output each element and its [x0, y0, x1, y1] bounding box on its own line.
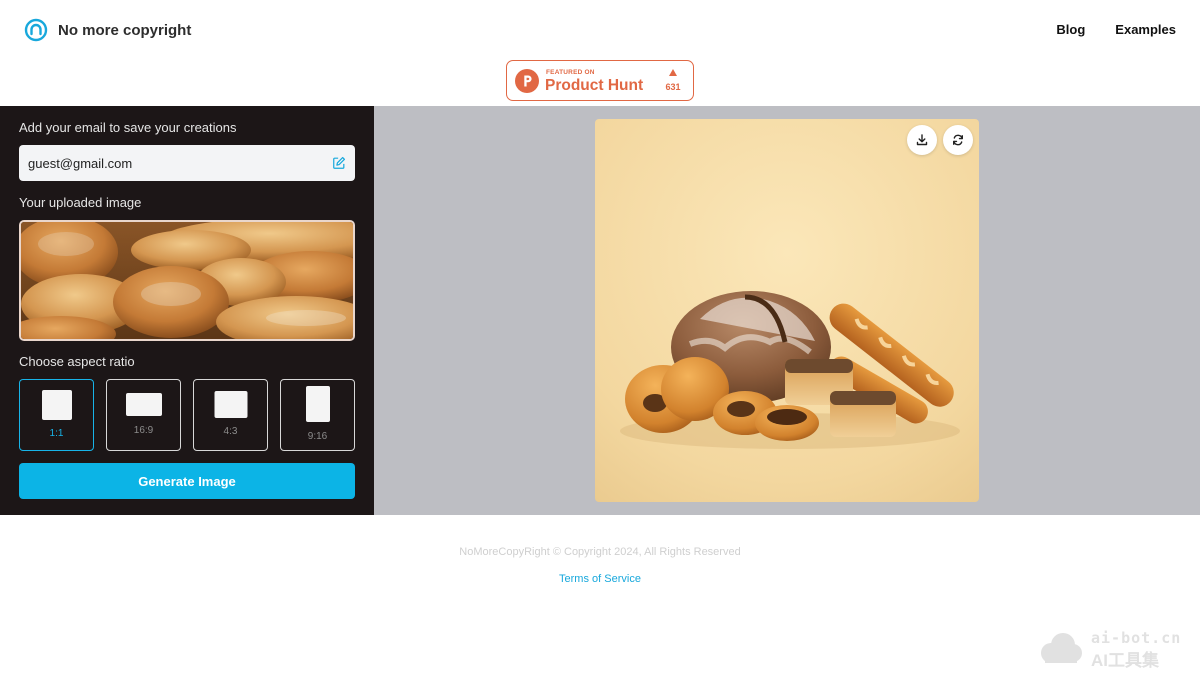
uploaded-image-label: Your uploaded image	[19, 195, 142, 210]
control-panel: Add your email to save your creations Yo…	[0, 106, 374, 515]
ratio-option-1-1[interactable]: 1:1	[19, 379, 94, 451]
ratio-shape-tall	[305, 386, 330, 422]
generated-image	[595, 119, 979, 502]
ratio-label-1-1: 1:1	[49, 428, 64, 439]
result-stage	[374, 106, 1200, 515]
top-nav: Blog Examples	[1056, 22, 1176, 37]
generate-image-button[interactable]: Generate Image	[19, 463, 355, 499]
footer-copyright: NoMoreCopyRight © Copyright 2024, All Ri…	[459, 546, 741, 558]
aspect-ratio-label: Choose aspect ratio	[19, 354, 135, 369]
edit-icon[interactable]	[332, 156, 346, 170]
ratio-option-9-16[interactable]: 9:16	[280, 379, 355, 451]
watermark-domain: ai-bot.cn	[1091, 629, 1182, 647]
ratio-label-16-9: 16:9	[133, 425, 154, 436]
ph-name-text: Product Hunt	[545, 77, 644, 94]
uploaded-image	[19, 220, 355, 341]
brand-name: No more copyright	[58, 21, 192, 39]
product-hunt-logo-icon	[515, 69, 539, 93]
ratio-shape-standard	[214, 391, 247, 418]
nav-blog-link[interactable]: Blog	[1056, 22, 1085, 37]
terms-of-service-link[interactable]: Terms of Service	[559, 573, 641, 585]
regenerate-button[interactable]	[943, 125, 973, 155]
ratio-option-4-3[interactable]: 4:3	[193, 379, 268, 451]
cloud-logo-icon	[1041, 633, 1082, 663]
watermark: ai-bot.cn AI工具集	[1037, 629, 1187, 670]
ph-featured-text: FEATURED ON	[546, 69, 595, 76]
email-field[interactable]	[19, 145, 329, 181]
uploaded-bread-image	[21, 222, 353, 339]
footer-terms: Terms of Service	[0, 573, 1200, 585]
upvote-arrow-icon	[669, 69, 677, 76]
email-field-container	[19, 145, 355, 181]
ratio-label-4-3: 4:3	[223, 426, 238, 437]
logo-icon	[24, 18, 48, 42]
generated-bread-image	[595, 119, 979, 502]
ratio-label-9-16: 9:16	[307, 431, 328, 442]
nav-examples-link[interactable]: Examples	[1115, 22, 1176, 37]
ratio-shape-wide	[125, 393, 162, 416]
ph-upvote-count: 631	[665, 82, 681, 92]
product-hunt-badge[interactable]: FEATURED ON Product Hunt 631	[506, 60, 694, 101]
watermark-name: AI工具集	[1091, 651, 1159, 670]
top-header: No more copyright Blog Examples FEATURED…	[0, 0, 1200, 106]
refresh-icon	[953, 134, 963, 146]
aspect-ratio-options: 1:1 16:9 4:3 9:16	[19, 379, 355, 451]
download-button[interactable]	[907, 125, 937, 155]
ratio-shape-square	[41, 390, 72, 420]
email-label: Add your email to save your creations	[19, 120, 237, 135]
brand[interactable]: No more copyright	[24, 18, 191, 42]
ratio-option-16-9[interactable]: 16:9	[106, 379, 181, 451]
download-icon	[916, 134, 928, 146]
